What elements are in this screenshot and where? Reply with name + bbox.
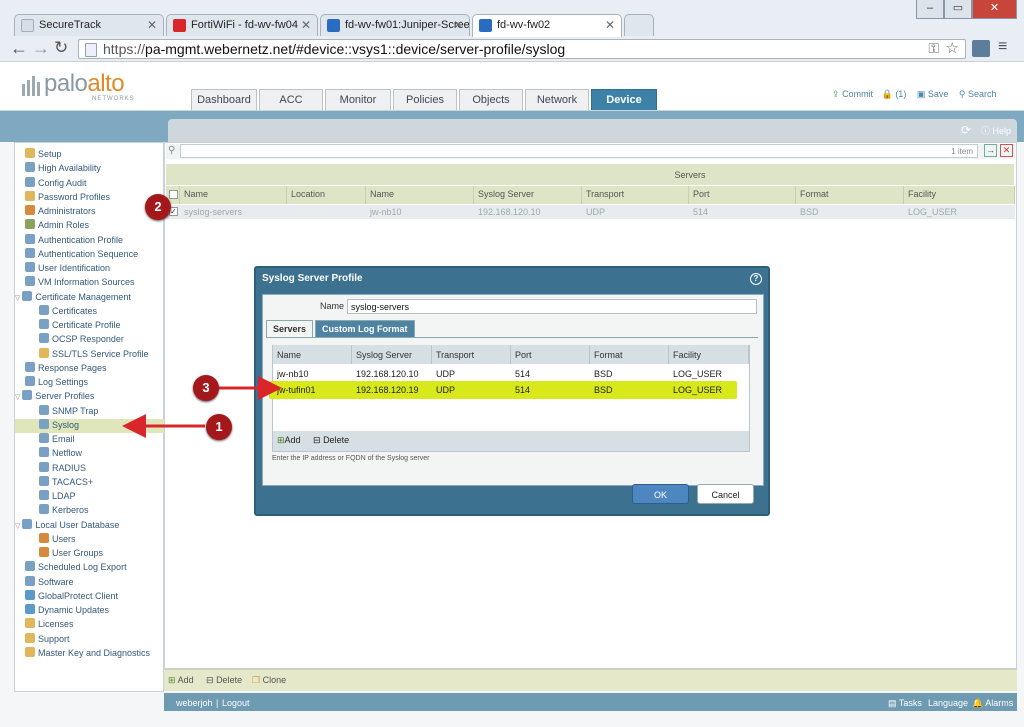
annotation-badge-3: 3 xyxy=(193,375,219,401)
annotation-badge-2: 2 xyxy=(145,194,171,220)
annotation-badge-1: 1 xyxy=(206,414,232,440)
annotation-arrows xyxy=(122,376,282,438)
